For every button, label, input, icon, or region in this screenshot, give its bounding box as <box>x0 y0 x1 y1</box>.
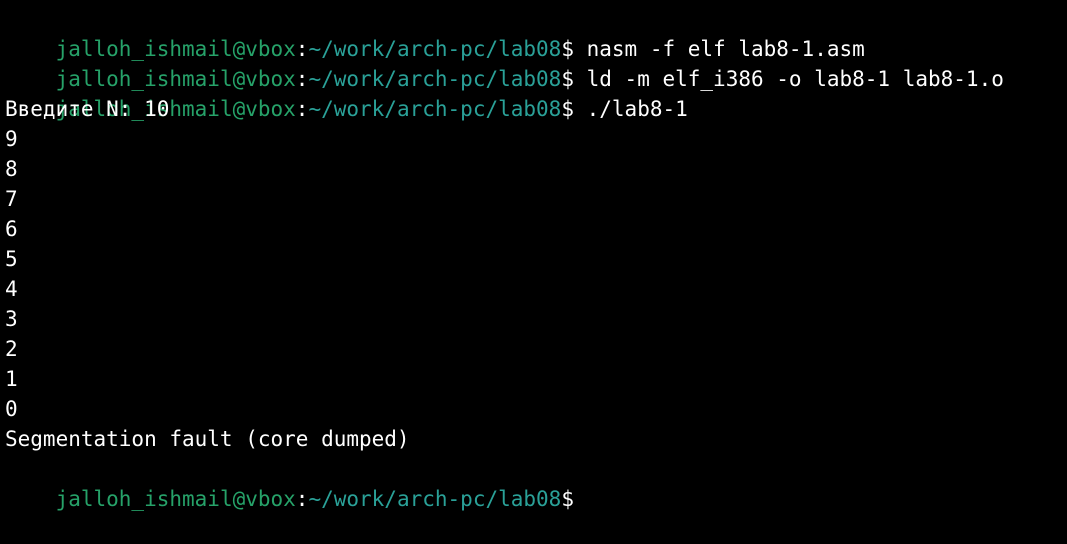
terminal-window[interactable]: jalloh_ishmail@vbox:~/work/arch-pc/lab08… <box>0 0 1067 511</box>
prompt-path: ~/work/arch-pc/lab08 <box>308 487 562 511</box>
command-text: nasm -f elf lab8-1.asm <box>573 37 865 61</box>
prompt-symbol: $ <box>561 487 574 511</box>
output-line: 4 <box>5 277 18 301</box>
command-text: ./lab8-1 <box>573 97 688 121</box>
output-line: 6 <box>5 217 18 241</box>
prompt-symbol: $ <box>561 37 574 61</box>
output-line: 7 <box>5 187 18 211</box>
output-line: 0 <box>5 397 18 421</box>
prompt-user-host: jalloh_ishmail@vbox <box>55 487 296 511</box>
command-text: ld -m elf_i386 -o lab8-1 lab8-1.o <box>573 67 1004 91</box>
prompt-user-host: jalloh_ishmail@vbox <box>55 67 296 91</box>
error-line: Segmentation fault (core dumped) <box>5 427 410 451</box>
prompt-path: ~/work/arch-pc/lab08 <box>308 67 562 91</box>
output-line: 9 <box>5 127 18 151</box>
output-line: 5 <box>5 247 18 271</box>
prompt-separator: : <box>295 37 309 61</box>
active-prompt-line[interactable]: jalloh_ishmail@vbox:~/work/arch-pc/lab08… <box>5 454 1067 511</box>
command-line: jalloh_ishmail@vbox:~/work/arch-pc/lab08… <box>5 4 1067 61</box>
output-line: 2 <box>5 337 18 361</box>
prompt-path: ~/work/arch-pc/lab08 <box>308 37 562 61</box>
prompt-path: ~/work/arch-pc/lab08 <box>308 97 562 121</box>
output-line: 3 <box>5 307 18 331</box>
prompt-separator: : <box>295 67 309 91</box>
prompt-symbol: $ <box>561 67 574 91</box>
prompt-separator: : <box>295 487 309 511</box>
prompt-separator: : <box>295 97 309 121</box>
output-line: 8 <box>5 157 18 181</box>
prompt-symbol: $ <box>561 97 574 121</box>
prompt-user-host: jalloh_ishmail@vbox <box>55 37 296 61</box>
output-line: 1 <box>5 367 18 391</box>
